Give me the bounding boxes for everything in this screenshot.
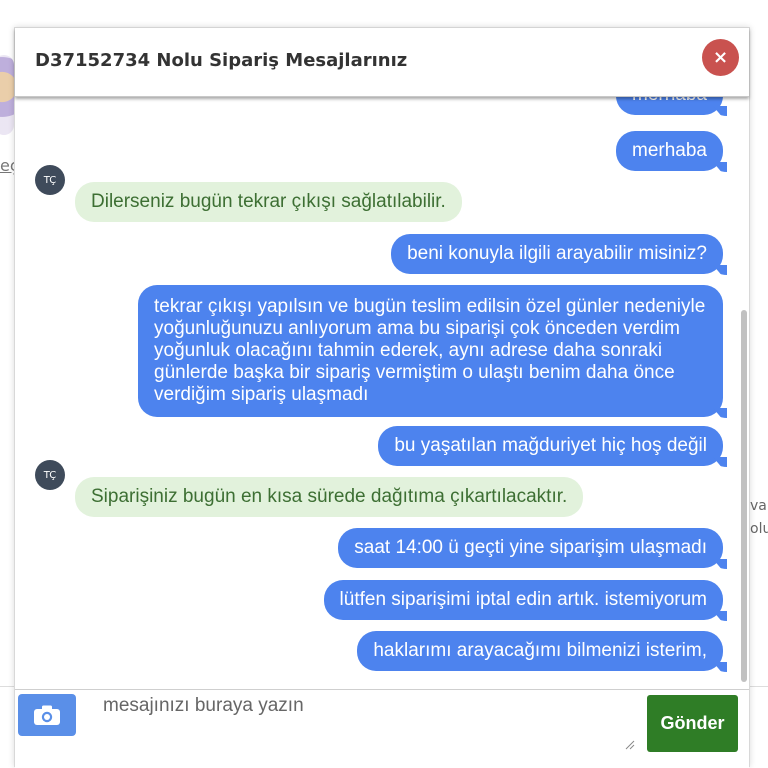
close-button[interactable]: × <box>702 39 739 76</box>
message-text: lütfen siparişimi iptal edin artık. iste… <box>339 589 707 610</box>
agent-message: Dilerseniz bugün tekrar çıkışı sağlatıla… <box>75 182 462 222</box>
message-text: haklarımı arayacağımı bilmenizi isterim, <box>373 640 707 661</box>
message-text: Siparişiniz bugün en kısa sürede dağıtım… <box>91 486 568 507</box>
close-icon: × <box>712 46 729 68</box>
background-text-fragment: olu <box>750 521 768 537</box>
attach-photo-button[interactable] <box>18 694 76 736</box>
message-text: saat 14:00 ü geçti yine siparişim ulaşma… <box>354 537 707 558</box>
agent-avatar: TÇ <box>35 460 65 490</box>
modal-header: D37152734 Nolu Sipariş Mesajlarınız × <box>15 28 749 97</box>
agent-avatar: TÇ <box>35 165 65 195</box>
send-button[interactable]: Gönder <box>647 695 738 752</box>
message-text: merhaba <box>632 97 707 105</box>
message-text: beni konuyla ilgili arayabilir misiniz? <box>407 243 707 264</box>
user-message: merhaba <box>616 131 723 171</box>
message-input[interactable] <box>87 692 639 756</box>
background-text-fragment: var <box>750 498 768 514</box>
order-messages-modal: D37152734 Nolu Sipariş Mesajlarınız × me… <box>14 27 750 768</box>
message-text: Dilerseniz bugün tekrar çıkışı sağlatıla… <box>91 191 446 212</box>
message-text: merhaba <box>632 140 707 161</box>
user-message: lütfen siparişimi iptal edin artık. iste… <box>323 580 723 620</box>
resize-grip-icon[interactable] <box>623 738 635 750</box>
background-image-fragment <box>0 55 14 135</box>
message-list[interactable]: merhaba merhaba TÇ Dilerseniz bugün tekr… <box>15 97 749 687</box>
message-text: tekrar çıkışı yapılsın ve bugün teslim e… <box>154 296 706 405</box>
user-message: tekrar çıkışı yapılsın ve bugün teslim e… <box>138 285 723 417</box>
message-text: bu yaşatılan mağduriyet hiç hoş değil <box>394 435 707 456</box>
message-composer: Gönder <box>15 689 749 768</box>
camera-icon <box>34 705 60 725</box>
user-message: haklarımı arayacağımı bilmenizi isterim, <box>357 631 723 671</box>
modal-title: D37152734 Nolu Sipariş Mesajlarınız <box>35 50 408 71</box>
user-message: merhaba <box>616 97 723 115</box>
agent-message: Siparişiniz bugün en kısa sürede dağıtım… <box>75 477 584 517</box>
message-list-scrollbar[interactable] <box>741 310 747 682</box>
user-message: saat 14:00 ü geçti yine siparişim ulaşma… <box>338 528 723 568</box>
user-message: bu yaşatılan mağduriyet hiç hoş değil <box>378 426 723 466</box>
user-message: beni konuyla ilgili arayabilir misiniz? <box>391 234 723 274</box>
